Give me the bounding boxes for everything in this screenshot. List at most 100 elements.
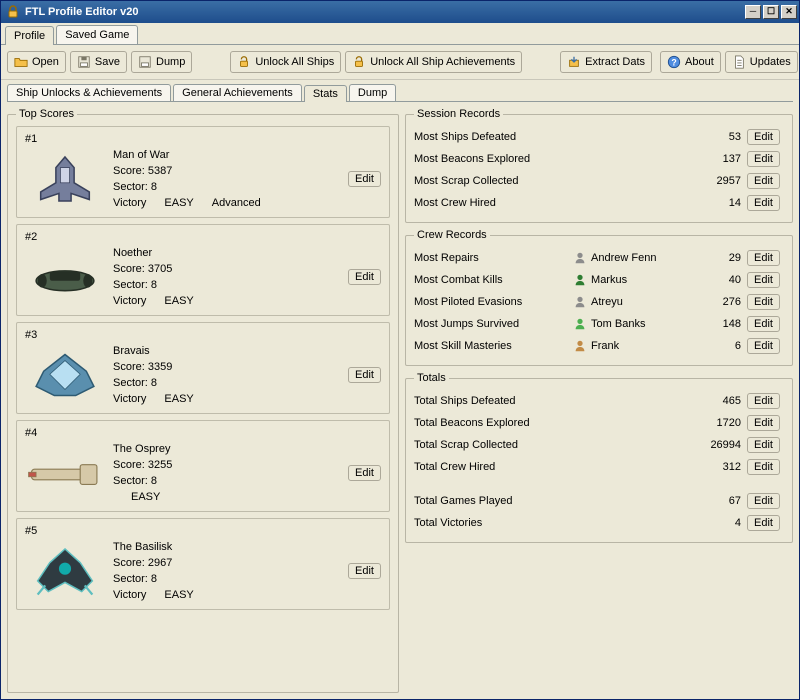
score-line: Score: 3359 (113, 359, 348, 375)
record-person: Atreyu (573, 295, 693, 309)
edit-record-button[interactable]: Edit (747, 515, 780, 531)
app-window: FTL Profile Editor v20 ─ ☐ ✕ ProfileSave… (0, 0, 800, 700)
edit-record-button[interactable]: Edit (747, 459, 780, 475)
score-line: Score: 3255 (113, 457, 348, 473)
totals-legend: Totals (414, 372, 449, 384)
edit-record-button[interactable]: Edit (747, 250, 780, 266)
edit-record-button[interactable]: Edit (747, 316, 780, 332)
record-value: 26994 (693, 439, 747, 451)
sector-line: Sector: 8 (113, 375, 348, 391)
primary-tabstrip: ProfileSaved Game (1, 23, 799, 45)
record-label: Total Ships Defeated (414, 395, 693, 407)
edit-record-button[interactable]: Edit (747, 173, 780, 189)
edit-record-button[interactable]: Edit (747, 195, 780, 211)
crew-icon (573, 273, 587, 287)
record-person: Tom Banks (573, 317, 693, 331)
record-label: Most Repairs (414, 252, 573, 264)
record-label: Total Scrap Collected (414, 439, 693, 451)
record-row: Total Ships Defeated 465 Edit (414, 390, 784, 412)
session-records-legend: Session Records (414, 108, 503, 120)
ship-name: Noether (113, 245, 348, 261)
edit-score-button[interactable]: Edit (348, 367, 381, 383)
tab-saved-game[interactable]: Saved Game (56, 25, 138, 44)
score-details: The Osprey Score: 3255 Sector: 8 EASY (113, 441, 348, 505)
top-scores-list: #1 Man of War Score: 5387 Sector: 8 Vict… (16, 126, 390, 610)
secondary-tabstrip: Ship Unlocks & AchievementsGeneral Achie… (1, 80, 799, 101)
document-icon (732, 55, 746, 69)
edit-record-button[interactable]: Edit (747, 393, 780, 409)
record-value: 4 (693, 517, 747, 529)
edit-record-button[interactable]: Edit (747, 437, 780, 453)
dump-button[interactable]: Dump (131, 51, 192, 73)
score-details: Man of War Score: 5387 Sector: 8 Victory… (113, 147, 348, 211)
unlock-icon (237, 55, 251, 69)
toolbar: Open Save Dump Unlock All Ships (1, 45, 799, 80)
record-person-name: Atreyu (591, 296, 623, 308)
record-row: Most Crew Hired 14 Edit (414, 192, 784, 214)
top-score-item: #1 Man of War Score: 5387 Sector: 8 Vict… (16, 126, 390, 218)
record-row: Total Beacons Explored 1720 Edit (414, 412, 784, 434)
edit-record-button[interactable]: Edit (747, 151, 780, 167)
edit-record-button[interactable]: Edit (747, 272, 780, 288)
app-lock-icon (5, 4, 21, 20)
edit-score-button[interactable]: Edit (348, 171, 381, 187)
top-scores-legend: Top Scores (16, 108, 77, 120)
score-details: Noether Score: 3705 Sector: 8 VictoryEAS… (113, 245, 348, 309)
record-label: Most Skill Masteries (414, 340, 573, 352)
sector-line: Sector: 8 (113, 571, 348, 587)
record-person-name: Frank (591, 340, 619, 352)
updates-button[interactable]: Updates (725, 51, 798, 73)
ship-name: The Osprey (113, 441, 348, 457)
edit-record-button[interactable]: Edit (747, 338, 780, 354)
open-button[interactable]: Open (7, 51, 66, 73)
titlebar: FTL Profile Editor v20 ─ ☐ ✕ (1, 1, 799, 23)
edit-score-button[interactable]: Edit (348, 465, 381, 481)
subtab-stats[interactable]: Stats (304, 85, 347, 102)
maximize-button[interactable]: ☐ (763, 5, 779, 19)
score-tags: VictoryEASY (113, 293, 348, 309)
stats-content: Top Scores #1 Man of War Score: 5387 Sec… (1, 102, 799, 699)
edit-record-button[interactable]: Edit (747, 415, 780, 431)
ship-icon (25, 147, 105, 211)
extract-dats-label: Extract Dats (585, 56, 645, 68)
about-button[interactable]: ? About (660, 51, 721, 73)
minimize-button[interactable]: ─ (745, 5, 761, 19)
ship-icon (25, 441, 105, 505)
record-value: 29 (693, 252, 747, 264)
record-value: 312 (693, 461, 747, 473)
save-button[interactable]: Save (70, 51, 127, 73)
extract-dats-button[interactable]: Extract Dats (560, 51, 652, 73)
window-title: FTL Profile Editor v20 (25, 6, 745, 18)
unlock-ships-button[interactable]: Unlock All Ships (230, 51, 341, 73)
edit-score-button[interactable]: Edit (348, 269, 381, 285)
edit-record-button[interactable]: Edit (747, 129, 780, 145)
top-score-item: #5 The Basilisk Score: 2967 Sector: 8 Vi… (16, 518, 390, 610)
edit-score-button[interactable]: Edit (348, 563, 381, 579)
ship-name: The Basilisk (113, 539, 348, 555)
edit-record-button[interactable]: Edit (747, 493, 780, 509)
score-rank: #2 (21, 229, 385, 243)
score-tags: VictoryEASYAdvanced (113, 195, 348, 211)
record-value: 14 (693, 197, 747, 209)
subtab-dump[interactable]: Dump (349, 84, 396, 101)
score-rank: #3 (21, 327, 385, 341)
record-value: 276 (693, 296, 747, 308)
score-rank: #1 (21, 131, 385, 145)
sector-line: Sector: 8 (113, 179, 348, 195)
top-score-item: #2 Noether Score: 3705 Sector: 8 Victory… (16, 224, 390, 316)
record-label: Total Beacons Explored (414, 417, 693, 429)
record-label: Most Combat Kills (414, 274, 573, 286)
close-button[interactable]: ✕ (781, 5, 797, 19)
score-tag: EASY (164, 391, 193, 407)
unlock-ships-label: Unlock All Ships (255, 56, 334, 68)
record-row: Most Scrap Collected 2957 Edit (414, 170, 784, 192)
edit-record-button[interactable]: Edit (747, 294, 780, 310)
record-row: Total Victories 4 Edit (414, 512, 784, 534)
crew-icon (573, 339, 587, 353)
score-tags: EASY (113, 489, 348, 505)
unlock-achievements-button[interactable]: Unlock All Ship Achievements (345, 51, 522, 73)
subtab-ship-unlocks-achievements[interactable]: Ship Unlocks & Achievements (7, 84, 171, 101)
tab-profile[interactable]: Profile (5, 26, 54, 45)
subtab-general-achievements[interactable]: General Achievements (173, 84, 302, 101)
record-label: Total Crew Hired (414, 461, 693, 473)
